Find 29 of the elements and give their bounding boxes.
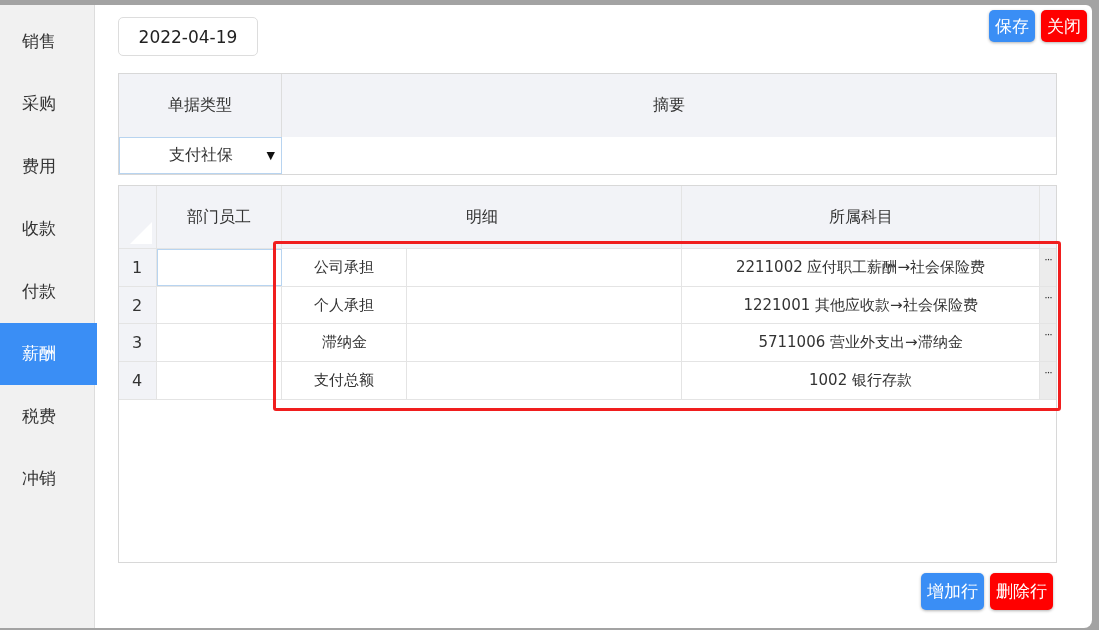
- sidebar-item[interactable]: 收款: [0, 197, 94, 260]
- more-button[interactable]: ···: [1040, 286, 1056, 324]
- more-button[interactable]: ···: [1040, 324, 1056, 362]
- doc-type-select[interactable]: 支付社保 ▼: [119, 137, 282, 174]
- more-button[interactable]: ···: [1040, 362, 1056, 399]
- column-header: 部门员工: [157, 186, 282, 248]
- sidebar-item[interactable]: 冲销: [0, 447, 94, 510]
- column-header: 摘要: [652, 94, 686, 116]
- sidebar-item[interactable]: 费用: [0, 135, 94, 198]
- table-cell: 滞纳金: [282, 324, 407, 362]
- action-button[interactable]: 关闭: [1041, 10, 1087, 42]
- sidebar-item[interactable]: 付款: [0, 260, 94, 323]
- table-cell: 公司承担: [282, 249, 407, 286]
- sidebar-item[interactable]: 采购: [0, 72, 94, 135]
- column-header: 单据类型: [119, 74, 282, 137]
- table-cell: 支付总额: [282, 362, 407, 399]
- date-field[interactable]: 2022-04-19: [118, 17, 258, 56]
- action-button[interactable]: 删除行: [990, 573, 1053, 610]
- column-header: 明细: [282, 186, 682, 248]
- column-header: 所属科目: [682, 186, 1040, 248]
- row-number: 4: [119, 362, 157, 399]
- table-cell: 个人承担: [282, 286, 407, 324]
- row-number: 1: [119, 249, 157, 286]
- sidebar-item[interactable]: 销售: [0, 10, 94, 73]
- row-number: 2: [119, 286, 157, 324]
- sidebar-item[interactable]: 税费: [0, 385, 94, 448]
- table-cell[interactable]: [157, 249, 282, 286]
- row-number: 3: [119, 324, 157, 362]
- more-button[interactable]: ···: [1040, 249, 1056, 286]
